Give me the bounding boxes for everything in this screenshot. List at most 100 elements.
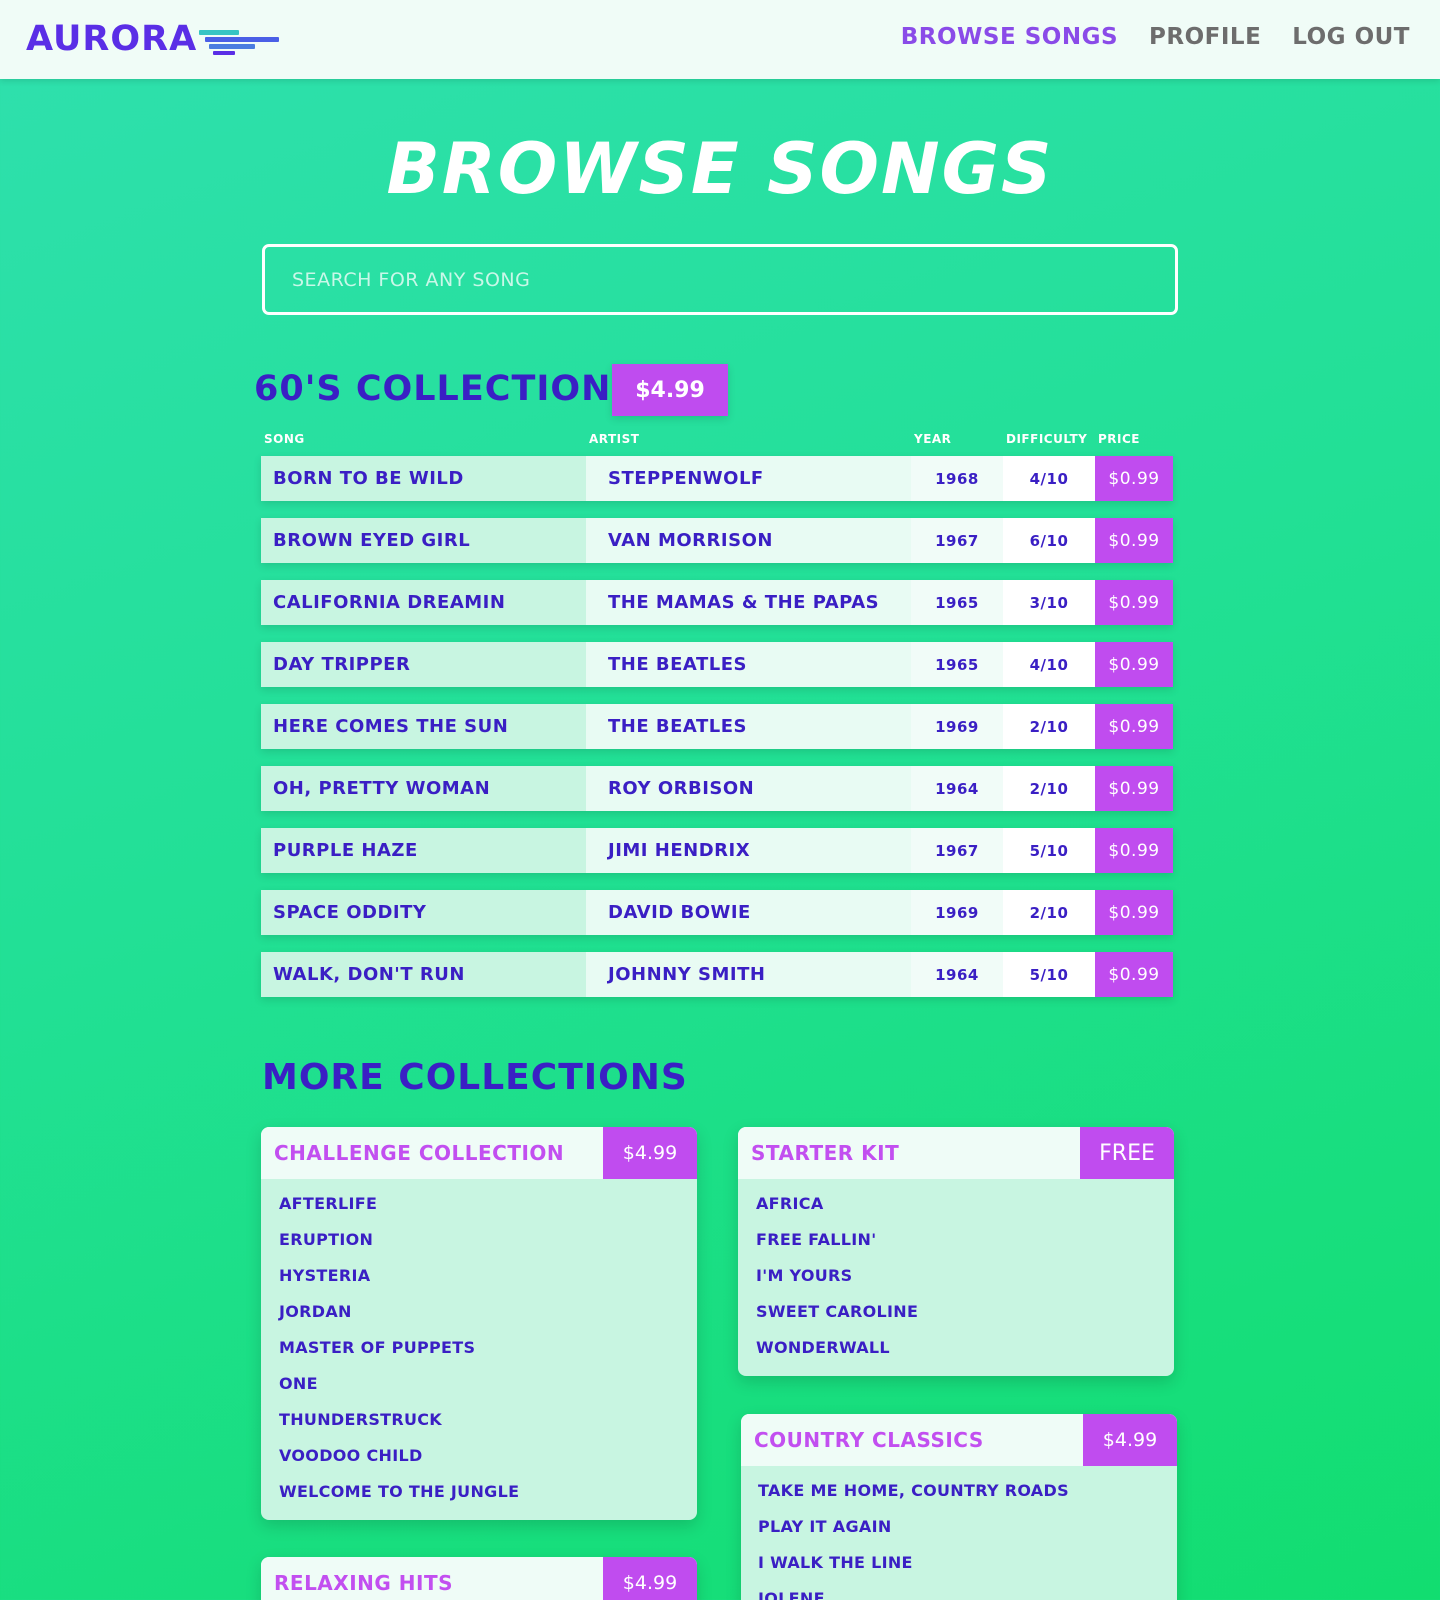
collection-card-price-button[interactable]: FREE [1080, 1127, 1174, 1179]
collection-song-list: TAKE ME HOME, COUNTRY ROADS PLAY IT AGAI… [741, 1466, 1177, 1600]
song-year: 1965 [911, 580, 1003, 625]
column-header-song: SONG [264, 432, 305, 446]
collection-song-item[interactable]: WONDERWALL [756, 1334, 1174, 1370]
song-artist: JIMI HENDRIX [586, 828, 911, 873]
collection-song-item[interactable]: PLAY IT AGAIN [758, 1513, 1177, 1549]
song-artist: DAVID BOWIE [586, 890, 911, 935]
song-price-button[interactable]: $0.99 [1095, 952, 1173, 997]
song-row[interactable]: CALIFORNIA DREAMIN THE MAMAS & THE PAPAS… [261, 580, 1173, 625]
logo-text: AURORA [26, 19, 198, 59]
song-title: OH, PRETTY WOMAN [261, 766, 586, 811]
song-difficulty: 5/10 [1003, 828, 1095, 873]
featured-collection-price-button[interactable]: $4.99 [612, 364, 728, 416]
collection-song-item[interactable]: FREE FALLIN' [756, 1226, 1174, 1262]
song-difficulty: 2/10 [1003, 890, 1095, 935]
song-artist: THE BEATLES [586, 704, 911, 749]
collection-song-item[interactable]: TAKE ME HOME, COUNTRY ROADS [758, 1477, 1177, 1513]
song-title: BORN TO BE WILD [261, 456, 586, 501]
song-artist: ROY ORBISON [586, 766, 911, 811]
nav-profile[interactable]: PROFILE [1149, 24, 1261, 50]
song-difficulty: 4/10 [1003, 456, 1095, 501]
top-nav: AURORA BROWSE SONGS PROFILE LOG OUT [0, 0, 1440, 79]
collection-song-item[interactable]: ONE [279, 1370, 697, 1406]
song-artist: STEPPENWOLF [586, 456, 911, 501]
collection-song-item[interactable]: SWEET CAROLINE [756, 1298, 1174, 1334]
song-table-header: SONG ARTIST YEAR DIFFICULTY PRICE [0, 432, 1440, 448]
featured-collection-title: 60'S COLLECTION [254, 369, 612, 409]
collection-card-header: STARTER KIT FREE [738, 1127, 1174, 1179]
collection-card-title[interactable]: STARTER KIT [738, 1141, 899, 1165]
song-row[interactable]: BORN TO BE WILD STEPPENWOLF 1968 4/10 $0… [261, 456, 1173, 501]
song-year: 1965 [911, 642, 1003, 687]
collection-card-price-button[interactable]: $4.99 [603, 1557, 697, 1600]
song-artist: THE BEATLES [586, 642, 911, 687]
song-year: 1967 [911, 828, 1003, 873]
song-title: SPACE ODDITY [261, 890, 586, 935]
collection-song-item[interactable]: ERUPTION [279, 1226, 697, 1262]
collection-song-item[interactable]: AFRICA [756, 1190, 1174, 1226]
column-header-price: PRICE [1098, 432, 1141, 446]
collection-card-title[interactable]: RELAXING HITS [261, 1571, 453, 1595]
song-table: BORN TO BE WILD STEPPENWOLF 1968 4/10 $0… [261, 456, 1173, 1014]
song-difficulty: 4/10 [1003, 642, 1095, 687]
song-title: BROWN EYED GIRL [261, 518, 586, 563]
collection-song-list: AFRICA FREE FALLIN' I'M YOURS SWEET CARO… [738, 1179, 1174, 1376]
column-header-year: YEAR [914, 432, 952, 446]
column-header-artist: ARTIST [589, 432, 640, 446]
collection-song-item[interactable]: MASTER OF PUPPETS [279, 1334, 697, 1370]
song-price-button[interactable]: $0.99 [1095, 890, 1173, 935]
collection-song-item[interactable]: VOODOO CHILD [279, 1442, 697, 1478]
song-row[interactable]: OH, PRETTY WOMAN ROY ORBISON 1964 2/10 $… [261, 766, 1173, 811]
song-price-button[interactable]: $0.99 [1095, 456, 1173, 501]
song-price-button[interactable]: $0.99 [1095, 642, 1173, 687]
song-artist: VAN MORRISON [586, 518, 911, 563]
song-row[interactable]: SPACE ODDITY DAVID BOWIE 1969 2/10 $0.99 [261, 890, 1173, 935]
song-difficulty: 3/10 [1003, 580, 1095, 625]
song-row[interactable]: PURPLE HAZE JIMI HENDRIX 1967 5/10 $0.99 [261, 828, 1173, 873]
collection-song-list: AFTERLIFE ERUPTION HYSTERIA JORDAN MASTE… [261, 1179, 697, 1520]
song-year: 1964 [911, 952, 1003, 997]
song-year: 1969 [911, 704, 1003, 749]
song-difficulty: 6/10 [1003, 518, 1095, 563]
nav-log-out[interactable]: LOG OUT [1292, 24, 1410, 50]
collection-card-price-button[interactable]: $4.99 [603, 1127, 697, 1179]
song-row[interactable]: DAY TRIPPER THE BEATLES 1965 4/10 $0.99 [261, 642, 1173, 687]
song-title: PURPLE HAZE [261, 828, 586, 873]
more-collections-heading: MORE COLLECTIONS [262, 1057, 688, 1098]
song-price-button[interactable]: $0.99 [1095, 704, 1173, 749]
song-price-button[interactable]: $0.99 [1095, 828, 1173, 873]
collection-card-title[interactable]: CHALLENGE COLLECTION [261, 1141, 564, 1165]
song-year: 1968 [911, 456, 1003, 501]
song-title: DAY TRIPPER [261, 642, 586, 687]
collection-card-header: RELAXING HITS $4.99 [261, 1557, 697, 1600]
collection-song-item[interactable]: THUNDERSTRUCK [279, 1406, 697, 1442]
logo[interactable]: AURORA [26, 17, 280, 61]
song-row[interactable]: WALK, DON'T RUN JOHNNY SMITH 1964 5/10 $… [261, 952, 1173, 997]
collection-card-price-button[interactable]: $4.99 [1083, 1414, 1177, 1466]
column-header-difficulty: DIFFICULTY [1006, 432, 1088, 446]
song-year: 1967 [911, 518, 1003, 563]
song-artist: THE MAMAS & THE PAPAS [586, 580, 911, 625]
collection-song-item[interactable]: HYSTERIA [279, 1262, 697, 1298]
collection-song-item[interactable]: I'M YOURS [756, 1262, 1174, 1298]
song-row[interactable]: HERE COMES THE SUN THE BEATLES 1969 2/10… [261, 704, 1173, 749]
song-price-button[interactable]: $0.99 [1095, 766, 1173, 811]
page-title: BROWSE SONGS [386, 128, 1054, 210]
song-difficulty: 2/10 [1003, 766, 1095, 811]
collection-song-item[interactable]: JORDAN [279, 1298, 697, 1334]
collection-card-country-classics: COUNTRY CLASSICS $4.99 TAKE ME HOME, COU… [741, 1414, 1177, 1600]
collection-card-title[interactable]: COUNTRY CLASSICS [741, 1428, 984, 1452]
song-price-button[interactable]: $0.99 [1095, 518, 1173, 563]
collection-song-item[interactable]: AFTERLIFE [279, 1190, 697, 1226]
song-row[interactable]: BROWN EYED GIRL VAN MORRISON 1967 6/10 $… [261, 518, 1173, 563]
collection-card-header: COUNTRY CLASSICS $4.99 [741, 1414, 1177, 1466]
search-input[interactable] [262, 244, 1178, 315]
song-price-button[interactable]: $0.99 [1095, 580, 1173, 625]
song-year: 1969 [911, 890, 1003, 935]
song-difficulty: 2/10 [1003, 704, 1095, 749]
collection-song-item[interactable]: WELCOME TO THE JUNGLE [279, 1478, 697, 1514]
collection-song-item[interactable]: JOLENE [758, 1585, 1177, 1600]
collection-song-item[interactable]: I WALK THE LINE [758, 1549, 1177, 1585]
nav-browse-songs[interactable]: BROWSE SONGS [901, 24, 1118, 50]
collection-card-starter-kit: STARTER KIT FREE AFRICA FREE FALLIN' I'M… [738, 1127, 1174, 1376]
